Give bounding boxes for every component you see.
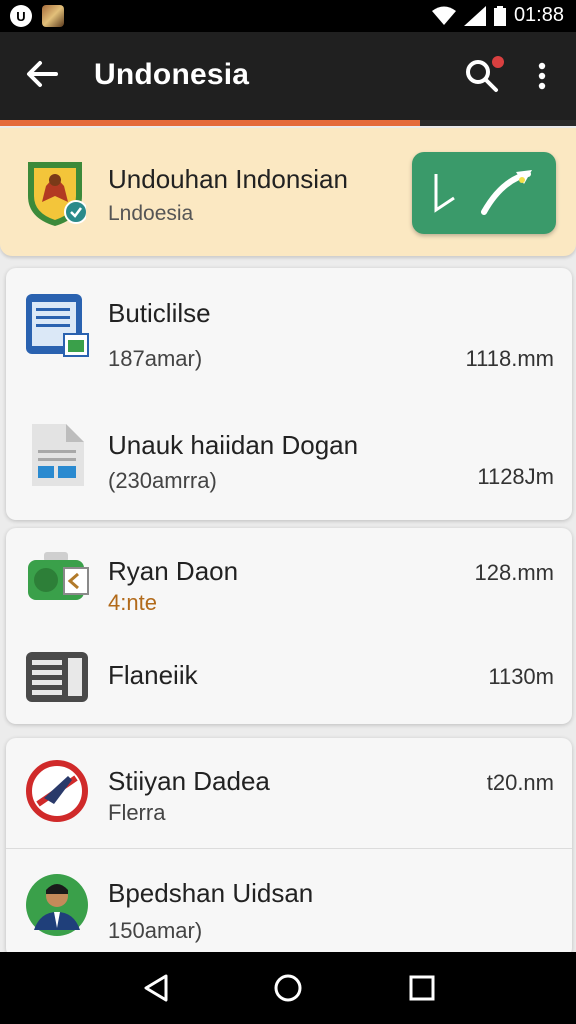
clock: 01:88 xyxy=(513,4,564,26)
item-meta: 1118.mm xyxy=(465,346,554,371)
list-item[interactable]: Flaneiik 1130m xyxy=(6,628,572,724)
item-meta: 1128Jm xyxy=(477,464,554,489)
recents-nav-icon[interactable] xyxy=(404,970,440,1006)
item-name: Stiiyan Dadea xyxy=(108,766,270,796)
list-item[interactable]: Buticlilse 187amar) 1118.mm xyxy=(6,268,572,398)
item-subtitle: 187amar) xyxy=(108,346,203,371)
list-item[interactable]: Stiiyan Dadea Flerra t20.nm xyxy=(6,738,572,848)
item-meta: 128.mm xyxy=(474,560,554,585)
list-item[interactable]: Unauk haiidan Dogan (230amrra) 1128Jm xyxy=(6,398,572,520)
app-bar: Undonesia xyxy=(0,32,576,120)
navigation-bar xyxy=(0,952,576,1024)
signal-icon xyxy=(463,5,486,26)
page-progress-bar xyxy=(0,120,576,126)
page-progress-fill xyxy=(0,120,421,126)
item-subtitle: (230amrra) xyxy=(108,468,217,493)
wifi-icon xyxy=(431,6,456,25)
tablet-document-icon xyxy=(26,294,89,357)
item-subtitle: Flerra xyxy=(108,800,166,825)
hero-action-button[interactable] xyxy=(412,152,556,234)
back-nav-icon[interactable] xyxy=(138,970,174,1006)
item-meta: 1130m xyxy=(488,664,554,689)
files-card-1: Buticlilse 187amar) 1118.mm Unauk haiida… xyxy=(6,268,572,520)
film-strip-icon xyxy=(26,652,88,702)
battery-icon xyxy=(493,5,506,26)
files-card-2: Ryan Daon 4:nte 128.mm Flaneiik 1130m xyxy=(6,528,572,724)
back-arrow-icon[interactable] xyxy=(22,54,62,94)
item-name: Unauk haiidan Dogan xyxy=(108,430,359,460)
status-bar: U 01:88 xyxy=(0,0,576,32)
item-subtitle: 4:nte xyxy=(108,590,157,615)
notification-badge xyxy=(492,56,504,68)
user-avatar-icon xyxy=(26,874,88,936)
green-device-icon xyxy=(28,552,89,600)
home-nav-icon[interactable] xyxy=(270,970,306,1006)
more-options-icon[interactable] xyxy=(528,56,556,96)
item-name: Flaneiik xyxy=(108,660,198,690)
photo-notification-icon xyxy=(42,5,64,27)
no-flight-icon xyxy=(26,760,88,822)
item-name: Buticlilse xyxy=(108,298,211,328)
app-notification-icon: U xyxy=(10,5,32,27)
item-subtitle: 150amar) xyxy=(108,918,203,943)
files-card-3: Stiiyan Dadea Flerra t20.nm Bpedshan Uid… xyxy=(6,738,572,958)
country-title: Undouhan Indonsian xyxy=(108,164,348,194)
trend-arrow-icon xyxy=(434,170,532,215)
item-name: Bpedshan Uidsan xyxy=(108,878,314,908)
list-item[interactable]: Ryan Daon 4:nte 128.mm xyxy=(6,528,572,628)
garuda-emblem-icon xyxy=(28,162,86,226)
page-title: Undonesia xyxy=(94,58,250,91)
country-subtitle: Lndoesia xyxy=(108,202,194,225)
country-header-card[interactable]: Undouhan Indonsian Lndoesia xyxy=(0,128,576,256)
item-name: Ryan Daon xyxy=(108,556,239,586)
list-item[interactable]: Bpedshan Uidsan 150amar) xyxy=(6,848,572,958)
item-meta: t20.nm xyxy=(486,770,554,795)
document-file-icon xyxy=(32,424,84,486)
